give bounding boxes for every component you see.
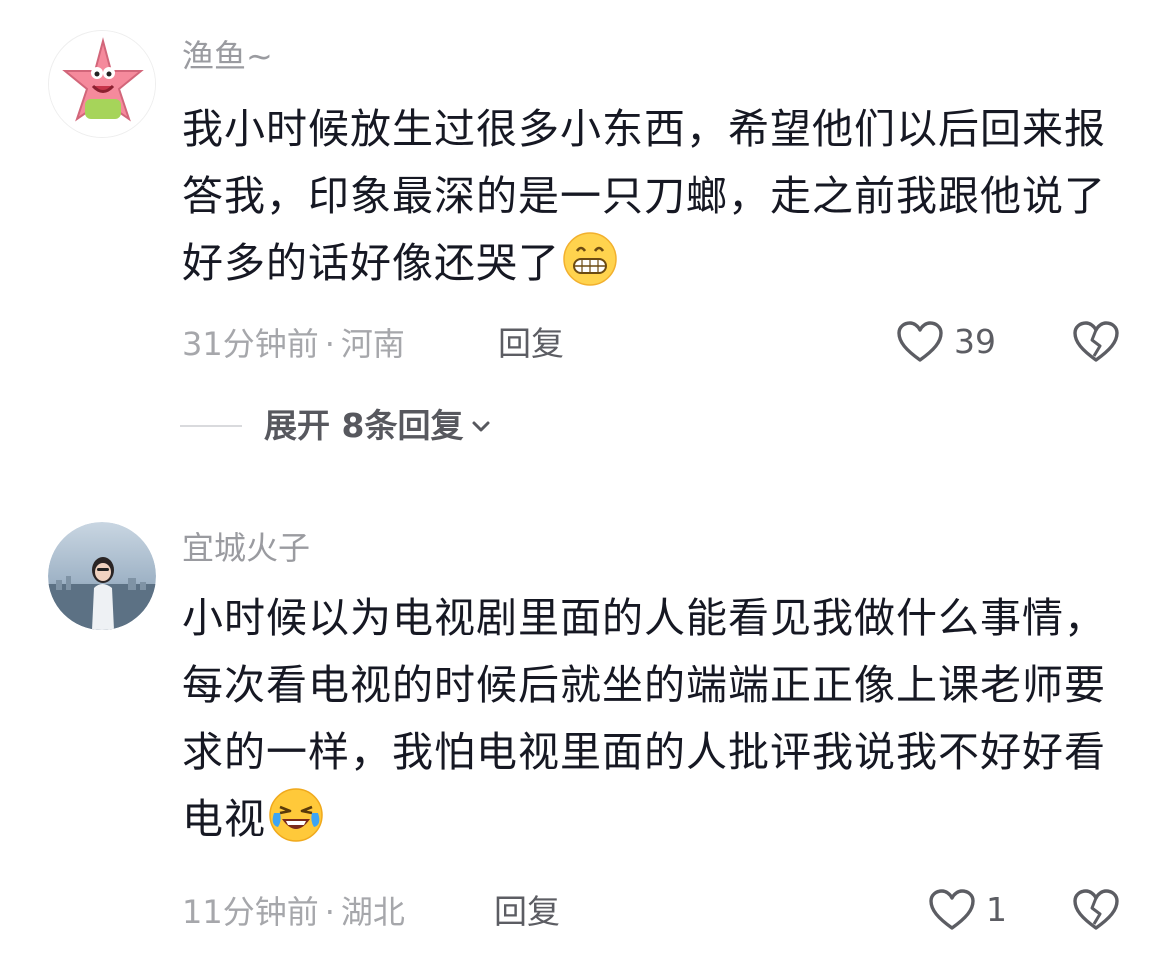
timestamp: 11分钟前 (182, 893, 319, 931)
divider-line (180, 425, 242, 427)
broken-heart-icon (1073, 321, 1119, 362)
comment-text: 小时候以为电视剧里面的人能看见我做什么事情，每次看电视的时候后就坐的端端正正像上… (182, 585, 1122, 853)
grinning-teeth-emoji-icon (563, 232, 617, 286)
like-count: 1 (986, 890, 1007, 929)
comment-meta: 31分钟前 · 河南 (182, 325, 405, 363)
dislike-button[interactable] (1072, 320, 1120, 368)
photo-avatar-icon (48, 522, 156, 630)
username[interactable]: 宜城火子 (182, 528, 310, 568)
location: 河南 (340, 325, 405, 363)
heart-icon (897, 321, 943, 362)
like-button[interactable]: 1 (928, 888, 1007, 932)
username[interactable]: 渔鱼~ (182, 36, 273, 76)
expand-replies-label: 展开 8条回复 (264, 406, 464, 445)
comment-text: 我小时候放生过很多小东西，希望他们以后回来报答我，印象最深的是一只刀螂，走之前我… (182, 96, 1122, 297)
comment-text-content: 我小时候放生过很多小东西，希望他们以后回来报答我，印象最深的是一只刀螂，走之前我… (182, 105, 1106, 287)
timestamp: 31分钟前 (182, 325, 319, 363)
avatar[interactable] (48, 30, 156, 138)
expand-replies-button[interactable]: 展开 8条回复 (180, 406, 493, 446)
avatar[interactable] (48, 522, 156, 630)
reply-button[interactable]: 回复 (498, 324, 564, 364)
broken-heart-icon (1073, 889, 1119, 930)
laughing-crying-emoji-icon (269, 788, 323, 842)
reply-button[interactable]: 回复 (494, 892, 560, 932)
chevron-down-icon (472, 421, 490, 432)
like-button[interactable]: 39 (896, 320, 996, 364)
starfish-avatar-icon (49, 31, 155, 137)
like-count: 39 (954, 322, 996, 361)
comment-meta: 11分钟前 · 湖北 (182, 893, 405, 931)
dislike-button[interactable] (1072, 888, 1120, 936)
location: 湖北 (340, 893, 405, 931)
heart-icon (929, 889, 975, 930)
